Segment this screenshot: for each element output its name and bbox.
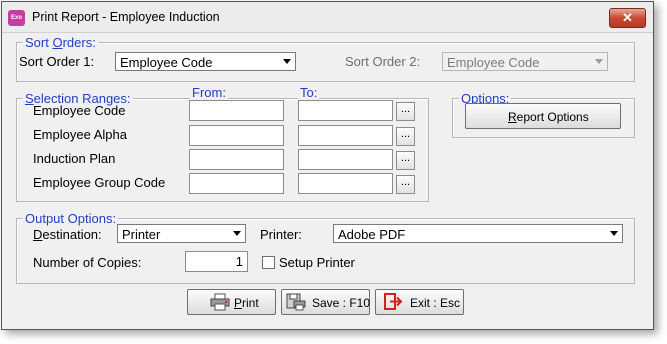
window-title: Print Report - Employee Induction — [32, 10, 220, 24]
setup-printer-label: Setup Printer — [279, 255, 355, 270]
sort-orders-legend: Sort Orders: — [25, 35, 96, 50]
printer-icon — [210, 293, 230, 311]
exit-button[interactable]: Exit : Esc — [375, 289, 464, 315]
chevron-down-icon — [591, 54, 606, 69]
to-column-label: To: — [298, 85, 320, 100]
employee-group-code-from-input[interactable] — [189, 173, 284, 194]
induction-plan-from-input[interactable] — [189, 149, 284, 170]
number-of-copies-label: Number of Copies: — [33, 255, 142, 270]
employee-group-code-lookup-button[interactable]: ... — [396, 175, 415, 194]
sort-order-2-select: Employee Code — [442, 52, 608, 71]
sort-order-1-value: Employee Code — [120, 55, 213, 70]
employee-alpha-from-input[interactable] — [189, 125, 284, 146]
title-bar[interactable]: Exo Print Report - Employee Induction ✕ — [2, 2, 653, 33]
range-label-employee-group-code: Employee Group Code — [33, 175, 166, 190]
sort-order-2-value: Employee Code — [447, 55, 540, 70]
induction-plan-to-input[interactable] — [298, 149, 393, 170]
save-button-label: Save : F10 — [312, 296, 371, 310]
report-options-label: Report Options — [508, 110, 589, 124]
exit-door-icon — [384, 293, 403, 310]
output-options-legend: Output Options: — [25, 211, 117, 226]
floppy-printer-icon — [286, 293, 306, 311]
chevron-down-icon[interactable] — [279, 54, 294, 69]
save-button[interactable]: Save : F10 — [281, 289, 370, 315]
print-button-label: Print — [234, 296, 259, 310]
range-label-induction-plan: Induction Plan — [33, 151, 116, 166]
print-report-dialog: Exo Print Report - Employee Induction ✕ … — [1, 1, 654, 330]
destination-value: Printer — [122, 227, 161, 242]
chevron-down-icon[interactable] — [229, 226, 244, 241]
sort-order-1-select[interactable]: Employee Code — [115, 52, 296, 71]
chevron-down-icon[interactable] — [606, 226, 621, 241]
close-button[interactable]: ✕ — [609, 8, 646, 28]
number-of-copies-input[interactable]: 1 — [185, 251, 248, 272]
range-label-employee-alpha: Employee Alpha — [33, 127, 127, 142]
printer-label: Printer: — [260, 227, 302, 242]
range-label-employee-code: Employee Code — [33, 103, 126, 118]
employee-code-lookup-button[interactable]: ... — [396, 102, 415, 121]
employee-alpha-lookup-button[interactable]: ... — [396, 127, 415, 146]
setup-printer-checkbox[interactable] — [262, 256, 275, 269]
employee-code-from-input[interactable] — [189, 100, 284, 121]
induction-plan-lookup-button[interactable]: ... — [396, 151, 415, 170]
sort-order-1-label: Sort Order 1: — [19, 54, 95, 69]
destination-label: Destination: — [33, 227, 102, 242]
printer-select[interactable]: Adobe PDF — [333, 224, 623, 243]
sort-order-2-label: Sort Order 2: — [345, 54, 421, 69]
employee-alpha-to-input[interactable] — [298, 125, 393, 146]
exit-button-label: Exit : Esc — [410, 296, 461, 310]
from-column-label: From: — [190, 85, 228, 100]
report-options-button[interactable]: Report Options — [465, 103, 621, 129]
output-options-group: Output Options: — [16, 211, 635, 284]
destination-select[interactable]: Printer — [117, 224, 246, 243]
print-button[interactable]: Print — [187, 289, 276, 315]
employee-code-to-input[interactable] — [298, 100, 393, 121]
printer-value: Adobe PDF — [338, 227, 406, 242]
employee-group-code-to-input[interactable] — [298, 173, 393, 194]
app-icon: Exo — [8, 10, 25, 26]
